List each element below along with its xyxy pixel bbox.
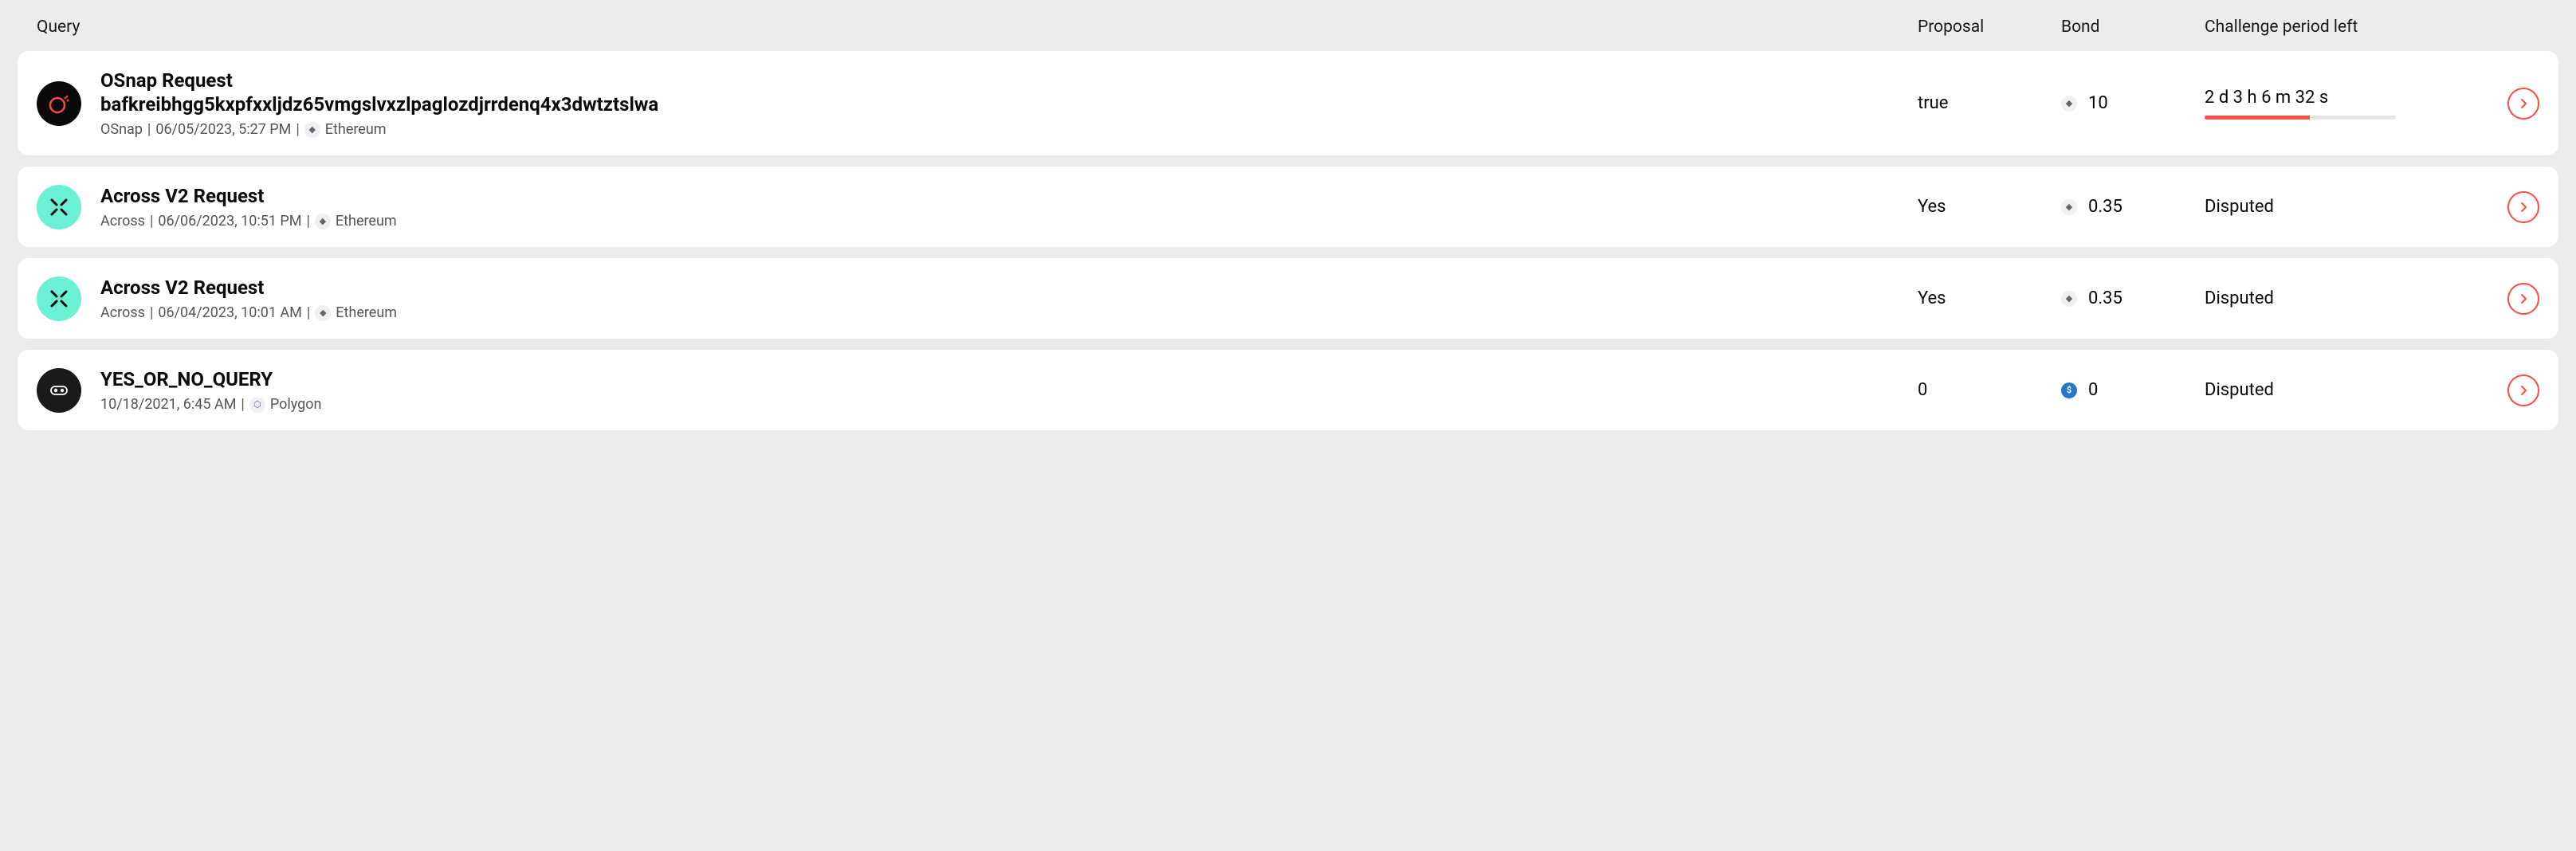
table-row[interactable]: OSnap Requestbafkreibhgg5kxpfxxljdz65vmg…	[18, 51, 2558, 155]
row-source: Across	[100, 213, 145, 229]
table-row[interactable]: Across V2 Request Across| 06/04/2023, 10:…	[18, 258, 2558, 339]
row-challenge: 2 d 3 h 6 m 32 s	[2205, 88, 2476, 120]
osnap-icon	[37, 81, 81, 126]
row-chain: Ethereum	[336, 304, 397, 321]
row-proposal: Yes	[1918, 197, 2061, 217]
row-source: OSnap	[100, 121, 143, 138]
row-open-button[interactable]	[2507, 375, 2539, 406]
row-title: OSnap Request	[100, 69, 1905, 92]
table-header: Query Proposal Bond Challenge period lef…	[18, 18, 2558, 51]
ethereum-icon: ◆	[315, 305, 331, 321]
table-row[interactable]: Across V2 Request Across| 06/06/2023, 10:…	[18, 167, 2558, 247]
row-open-button[interactable]	[2507, 88, 2539, 120]
row-bond: ◆0.35	[2061, 288, 2205, 308]
row-meta: 10/18/2021, 6:45 AM| ⬡ Polygon	[100, 396, 1905, 413]
ethereum-icon: ◆	[315, 214, 331, 229]
row-challenge: Disputed	[2205, 197, 2476, 217]
row-chain: Ethereum	[336, 213, 397, 229]
ethereum-icon: ◆	[304, 122, 320, 138]
row-proposal: true	[1918, 93, 2061, 113]
ethereum-icon: ◆	[2061, 291, 2077, 307]
row-open-button[interactable]	[2507, 283, 2539, 315]
row-source: Across	[100, 304, 145, 321]
row-proposal: 0	[1918, 380, 2061, 400]
row-timestamp: 06/05/2023, 5:27 PM	[155, 121, 291, 138]
chevron-right-icon	[2518, 98, 2529, 109]
ethereum-icon: ◆	[2061, 199, 2077, 215]
polygon-icon: ⬡	[249, 397, 265, 413]
chevron-right-icon	[2518, 293, 2529, 304]
chevron-right-icon	[2518, 202, 2529, 213]
query-table: Query Proposal Bond Challenge period lef…	[18, 18, 2558, 430]
row-bond: $0	[2061, 380, 2205, 400]
row-meta: Across| 06/06/2023, 10:51 PM| ◆ Ethereum	[100, 213, 1905, 229]
table-row[interactable]: YES_OR_NO_QUERY 10/18/2021, 6:45 AM| ⬡ Po…	[18, 350, 2558, 430]
row-timestamp: 10/18/2021, 6:45 AM	[100, 396, 236, 413]
row-timestamp: 06/06/2023, 10:51 PM	[158, 213, 301, 229]
row-chain: Polygon	[270, 396, 322, 413]
row-timestamp: 06/04/2023, 10:01 AM	[158, 304, 302, 321]
yesno-icon	[37, 368, 81, 413]
row-bond: ◆10	[2061, 93, 2205, 113]
row-title: Across V2 Request	[100, 184, 1905, 208]
row-title: YES_OR_NO_QUERY	[100, 367, 1905, 391]
header-query: Query	[37, 18, 1918, 37]
row-challenge: Disputed	[2205, 380, 2476, 400]
row-hash: bafkreibhgg5kxpfxxljdz65vmgslvxzlpaglozd…	[100, 92, 1905, 116]
header-challenge: Challenge period left	[2205, 18, 2476, 37]
header-proposal: Proposal	[1918, 18, 2061, 37]
row-chain: Ethereum	[325, 121, 387, 138]
row-challenge: Disputed	[2205, 288, 2476, 308]
usd-icon: $	[2061, 382, 2077, 398]
row-meta: Across| 06/04/2023, 10:01 AM| ◆ Ethereum	[100, 304, 1905, 321]
challenge-progress	[2205, 116, 2396, 120]
row-bond: ◆0.35	[2061, 197, 2205, 217]
ethereum-icon: ◆	[2061, 96, 2077, 112]
chevron-right-icon	[2518, 385, 2529, 396]
row-title: Across V2 Request	[100, 276, 1905, 300]
row-open-button[interactable]	[2507, 191, 2539, 223]
header-bond: Bond	[2061, 18, 2205, 37]
across-icon	[37, 276, 81, 321]
across-icon	[37, 185, 81, 229]
row-proposal: Yes	[1918, 288, 2061, 308]
row-meta: OSnap| 06/05/2023, 5:27 PM| ◆ Ethereum	[100, 121, 1905, 138]
